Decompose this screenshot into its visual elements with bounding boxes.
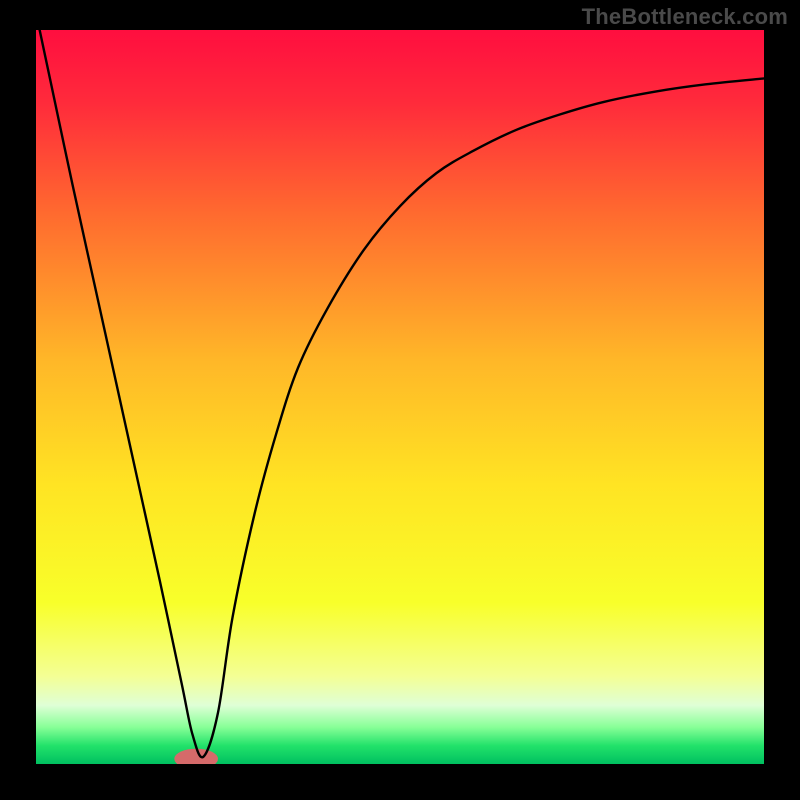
optimal-point-marker [174,749,218,770]
watermark-text: TheBottleneck.com [582,4,788,30]
plot-background [36,30,764,764]
bottleneck-chart [0,0,800,800]
chart-frame: TheBottleneck.com [0,0,800,800]
